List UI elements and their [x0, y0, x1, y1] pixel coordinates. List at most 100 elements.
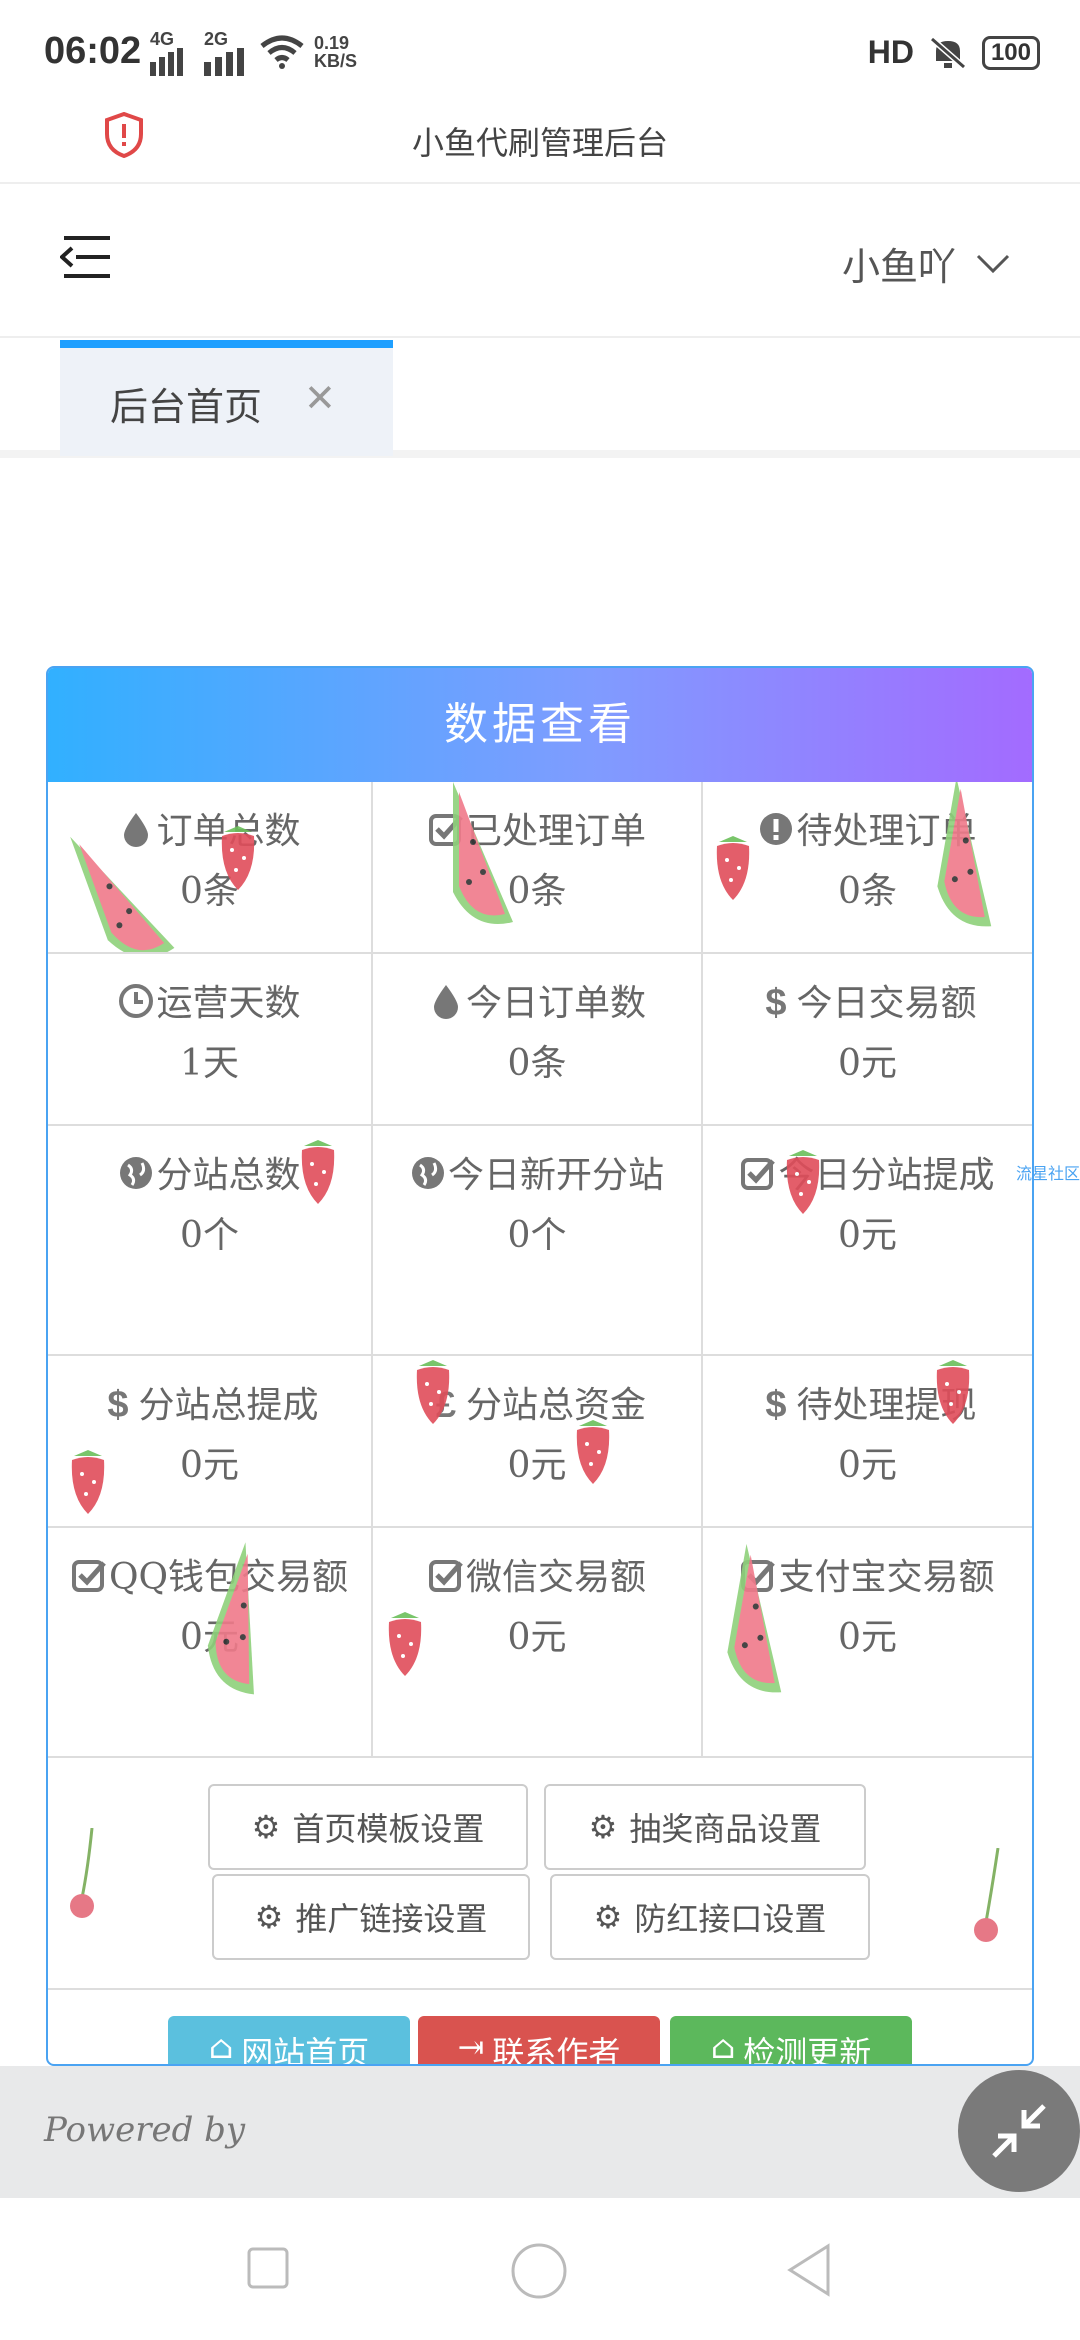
- pound-icon: £: [428, 1380, 464, 1425]
- clock-icon: [118, 978, 154, 1018]
- panel-title: 数据查看: [48, 668, 1032, 782]
- site-home-button[interactable]: ⌂ 网站首页: [168, 2016, 410, 2066]
- gear-icon: ⚙: [254, 1898, 284, 1936]
- back-icon[interactable]: [784, 2242, 834, 2298]
- svg-text:$: $: [766, 1385, 787, 1421]
- hd-label: HD: [867, 34, 914, 70]
- stats-grid: 订单总数 0条 已处理订单 0条 待处理订单 0条 运营天数 1天 今日订单数 0条 $ 今日交易额 0…: [48, 782, 1032, 1758]
- stat-cell: £ 分站总资金 0元: [373, 1356, 703, 1528]
- anti-red-api-button[interactable]: ⚙ 防红接口设置: [550, 1874, 870, 1960]
- button-label: 抽奖商品设置: [629, 1810, 822, 1848]
- powered-by-text: Powered by: [44, 2110, 246, 2150]
- network-speed: 0.19 KB/S: [314, 34, 357, 70]
- menu-collapse-icon[interactable]: [60, 234, 112, 280]
- stat-value: 0元: [180, 1617, 239, 1658]
- footer: Powered by: [0, 2066, 1080, 2198]
- lottery-goods-button[interactable]: ⚙ 抽奖商品设置: [544, 1784, 866, 1870]
- stat-label: 运营天数: [156, 983, 301, 1024]
- stat-value: 0元: [838, 1215, 897, 1256]
- chevron-down-icon: [976, 254, 1010, 273]
- cherry-decoration: [974, 1848, 1000, 1942]
- stat-value: 0个: [507, 1215, 567, 1256]
- settings-row: ⚙ 首页模板设置 ⚙ 抽奖商品设置 ⚙ 推广链接设置 ⚙ 防红接口设置: [48, 1758, 1032, 1990]
- close-icon[interactable]: ✕: [304, 376, 336, 420]
- dollar-icon: $: [100, 1380, 136, 1426]
- floating-collapse-button[interactable]: [958, 2070, 1080, 2192]
- home-circle-icon[interactable]: [510, 2242, 568, 2300]
- stat-cell: $ 今日交易额 0元: [703, 954, 1032, 1126]
- button-label: 推广链接设置: [295, 1900, 488, 1938]
- speed-unit: KB/S: [314, 51, 358, 71]
- tab-bar: 后台首页 ✕: [0, 340, 1080, 458]
- check-square-icon: [428, 806, 464, 846]
- stat-label: 待处理订单: [796, 811, 977, 852]
- stat-cell: 待处理订单 0条: [703, 782, 1032, 954]
- button-label: 检测更新: [743, 2034, 872, 2066]
- drop-icon: [118, 806, 154, 847]
- tab-label: 后台首页: [110, 385, 263, 429]
- stat-cell: 分站总数 0个: [48, 1126, 373, 1356]
- stat-value: 1天: [180, 1043, 239, 1084]
- stat-label: 分站总数: [156, 1155, 301, 1196]
- stat-value: 0元: [838, 1617, 897, 1658]
- action-row: ⌂ 网站首页 ⇥ 联系作者 ⌂ 检测更新: [48, 1990, 1032, 2066]
- stat-label: 已处理订单: [465, 811, 646, 852]
- page-title: 小鱼代刷管理后台: [411, 124, 668, 162]
- stat-label: 分站总提成: [138, 1385, 319, 1426]
- recent-apps-icon[interactable]: [246, 2246, 290, 2290]
- contact-author-button[interactable]: ⇥ 联系作者: [418, 2016, 660, 2066]
- check-square-icon: [740, 1150, 776, 1190]
- app-header: 小鱼吖: [0, 186, 1080, 338]
- signal-4g-icon: 4G: [150, 30, 190, 76]
- system-nav-bar: [0, 2198, 1080, 2340]
- gear-icon: ⚙: [588, 1808, 618, 1846]
- stat-label: 分站总资金: [465, 1385, 646, 1426]
- check-update-button[interactable]: ⌂ 检测更新: [670, 2016, 912, 2066]
- status-bar: 06:02 4G 2G 0.19 KB/S HD 100: [0, 0, 1080, 100]
- stat-cell: 今日新开分站 0个: [373, 1126, 703, 1356]
- stat-value: 0元: [838, 1043, 897, 1084]
- check-square-icon: [740, 1552, 776, 1592]
- bell-muted-icon: [929, 36, 966, 69]
- stat-cell: 已处理订单 0条: [373, 782, 703, 954]
- stat-cell: 运营天数 1天: [48, 954, 373, 1126]
- stat-cell: 订单总数 0条: [48, 782, 373, 954]
- stat-value: 0条: [507, 871, 567, 912]
- stat-value: 0条: [838, 871, 897, 912]
- drop-icon: [428, 978, 464, 1019]
- stat-label: 今日分站提成: [778, 1155, 995, 1196]
- signal-bars-icon: [204, 48, 244, 76]
- browser-title-bar: 小鱼代刷管理后台: [0, 100, 1080, 184]
- svg-text:$: $: [766, 983, 787, 1019]
- button-label: 防红接口设置: [634, 1900, 827, 1938]
- stat-cell: 支付宝交易额 0元: [703, 1528, 1032, 1758]
- network-2g-label: 2G: [204, 29, 229, 49]
- data-panel: 数据查看 订单总数 0条 已处理订单 0条 待处理订单 0条 运营天数 1天 今日订单数 0条 $ 今…: [46, 666, 1034, 2066]
- stat-value: 0条: [507, 1043, 567, 1084]
- globe-icon: [410, 1150, 446, 1189]
- promo-link-button[interactable]: ⚙ 推广链接设置: [212, 1874, 530, 1960]
- stat-cell: $ 待处理提现 0元: [703, 1356, 1032, 1528]
- stat-value: 0元: [507, 1617, 567, 1658]
- status-right: HD 100: [868, 34, 1040, 71]
- strawberry-decoration: [301, 1140, 335, 1204]
- stat-cell: QQ钱包交易额 0元: [48, 1528, 373, 1758]
- stat-value: 0元: [180, 1445, 239, 1486]
- home-icon: ⌂: [710, 2028, 736, 2066]
- homepage-template-button[interactable]: ⚙ 首页模板设置: [208, 1784, 528, 1870]
- gear-icon: ⚙: [593, 1898, 623, 1936]
- button-label: 联系作者: [492, 2034, 621, 2066]
- username: 小鱼吖: [841, 245, 956, 289]
- globe-icon: [118, 1150, 154, 1189]
- status-time: 06:02: [44, 30, 142, 72]
- home-icon: ⌂: [208, 2028, 234, 2066]
- tab-home[interactable]: 后台首页 ✕: [60, 340, 393, 456]
- user-menu[interactable]: 小鱼吖: [842, 236, 1010, 291]
- stat-value: 0条: [180, 871, 239, 912]
- cherry-decoration: [70, 1828, 94, 1918]
- stat-label: 订单总数: [156, 811, 301, 852]
- svg-text:£: £: [436, 1385, 456, 1421]
- sign-out-icon: ⇥: [457, 2028, 485, 2066]
- dollar-icon: $: [758, 978, 794, 1024]
- minimize-arrows-icon: [992, 2104, 1046, 2158]
